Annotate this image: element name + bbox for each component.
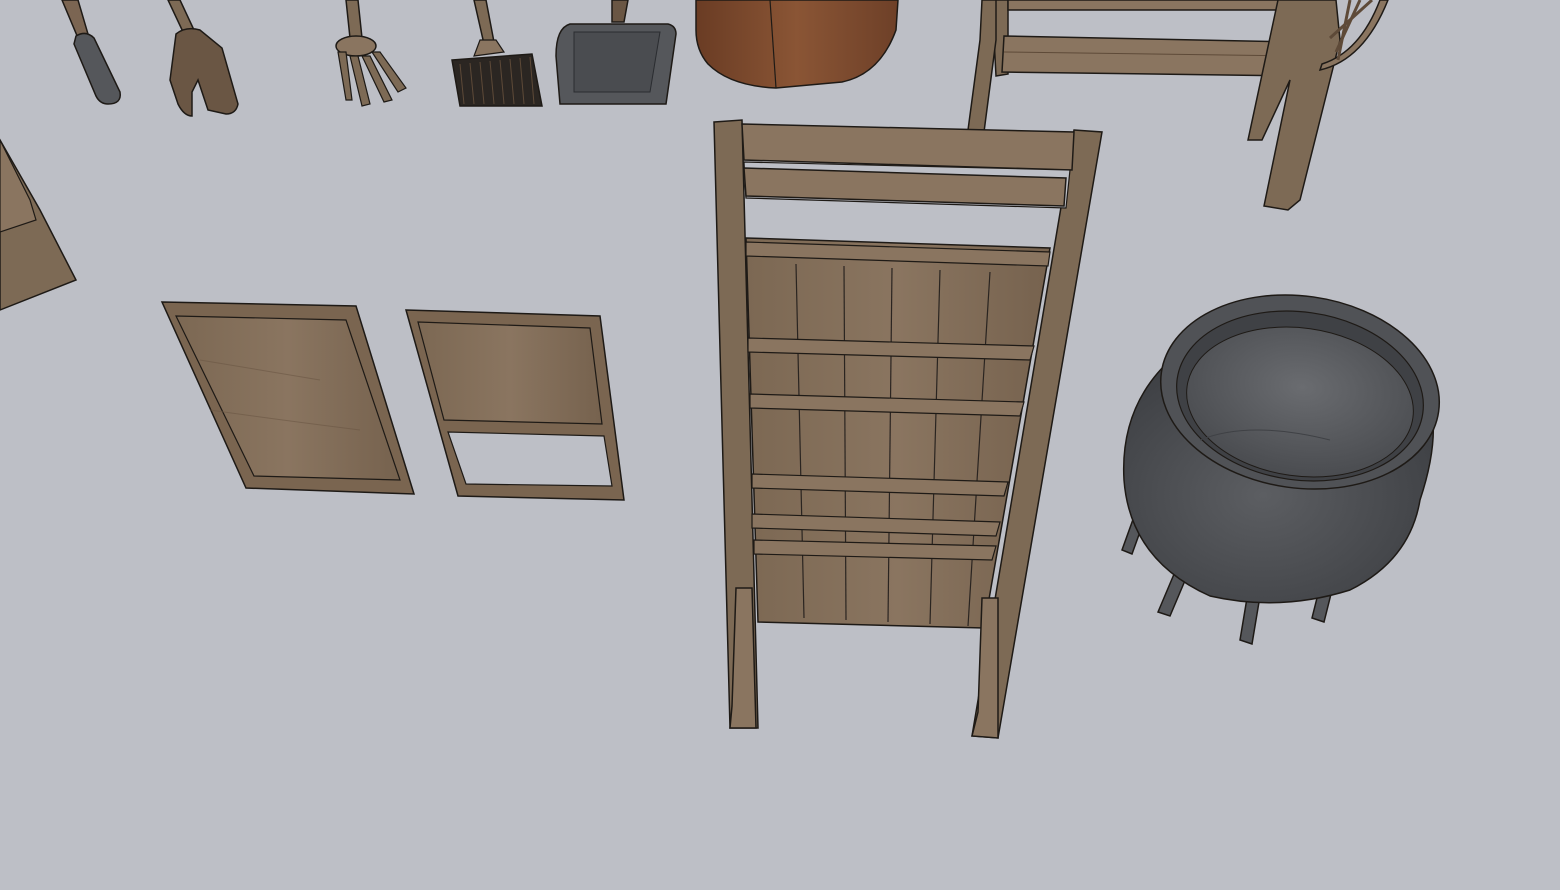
tool-handle[interactable] [61,0,121,105]
wooden-panel[interactable] [160,301,416,495]
wooden-barrel[interactable] [695,0,899,89]
broom[interactable] [451,0,543,107]
3d-viewport[interactable] [0,0,1560,890]
wooden-spade[interactable] [167,0,239,117]
scene-canvas[interactable] [0,0,1560,890]
garden-fork[interactable] [335,0,407,107]
wooden-crate[interactable] [0,138,78,311]
dustpan[interactable] [555,0,677,105]
washboard-small[interactable] [405,309,625,501]
wooden-rack[interactable] [713,119,1103,739]
iron-cauldron[interactable] [1121,277,1452,645]
